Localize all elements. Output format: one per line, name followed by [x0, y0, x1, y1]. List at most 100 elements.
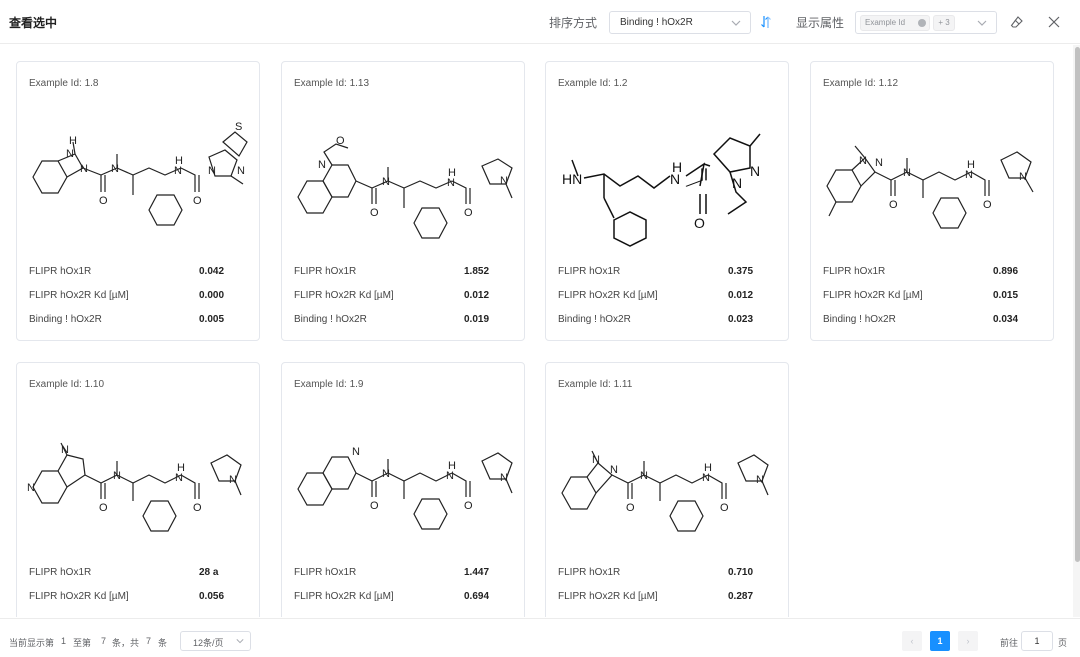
- property-name: Binding ! hOx2R: [294, 314, 367, 325]
- page-number-button[interactable]: 1: [930, 631, 950, 651]
- svg-text:N: N: [592, 454, 600, 466]
- svg-text:N: N: [113, 470, 121, 482]
- card-title: Example Id: 1.12: [823, 78, 899, 89]
- property-name: FLIPR hOx1R: [558, 266, 621, 277]
- card-title: Example Id: 1.10: [29, 379, 105, 390]
- svg-text:O: O: [193, 502, 202, 514]
- display-attributes-select[interactable]: Example Id + 3: [855, 11, 997, 34]
- property-value: 0.287: [728, 591, 754, 602]
- property-row: FLIPR hOx1R 0.896: [823, 266, 1043, 280]
- svg-text:O: O: [889, 199, 898, 211]
- svg-text:N: N: [174, 165, 182, 177]
- compound-card[interactable]: Example Id: 1.10 N N N HN O O N FLIPR hO…: [16, 362, 260, 617]
- property-name: FLIPR hOx2R Kd [µM]: [29, 290, 129, 301]
- range-text: 条: [158, 638, 168, 648]
- sort-select[interactable]: Binding ! hOx2R: [609, 11, 751, 34]
- compound-card[interactable]: Example Id: 1.9 N N HN O O N FLIPR hOx1R…: [281, 362, 525, 617]
- svg-text:N: N: [237, 165, 245, 177]
- property-row: FLIPR hOx1R 0.710: [558, 567, 778, 581]
- property-value: 0.015: [993, 290, 1019, 301]
- svg-text:N: N: [61, 444, 69, 456]
- more-tags-count: + 3: [933, 15, 955, 31]
- scrollbar-thumb[interactable]: [1075, 47, 1080, 562]
- property-name: Binding ! hOx2R: [823, 314, 896, 325]
- property-row: FLIPR hOx1R 1.852: [294, 266, 514, 280]
- property-value: 0.034: [993, 314, 1019, 325]
- molecule-structure: N O N HN O O N: [297, 135, 513, 239]
- property-row: Binding ! hOx2R 0.034: [823, 314, 1043, 328]
- svg-text:N: N: [750, 163, 760, 179]
- page-jump-input[interactable]: 1: [1021, 631, 1053, 651]
- svg-text:O: O: [370, 207, 379, 219]
- property-value: 0.056: [199, 591, 225, 602]
- property-row: FLIPR hOx2R Kd [µM] 0.012: [558, 290, 778, 304]
- svg-text:O: O: [626, 502, 635, 514]
- svg-text:N: N: [382, 468, 390, 480]
- svg-text:HN: HN: [562, 171, 582, 187]
- sort-order-icon[interactable]: [760, 15, 772, 29]
- property-name: FLIPR hOx1R: [29, 266, 92, 277]
- compound-card[interactable]: Example Id: 1.13 N O N HN O O N FLIPR hO…: [281, 61, 525, 341]
- compound-card[interactable]: Example Id: 1.12 N N N HN O O N FLIPR hO…: [810, 61, 1054, 341]
- range-to: 7: [101, 636, 107, 646]
- molecule-structure: HN HN O N N: [562, 133, 761, 247]
- property-value: 0.012: [728, 290, 754, 301]
- property-name: Binding ! hOx2R: [29, 314, 102, 325]
- tag-close-icon[interactable]: [918, 19, 926, 27]
- attribute-tag: Example Id: [860, 15, 930, 31]
- property-value: 0.042: [199, 266, 225, 277]
- property-row: FLIPR hOx1R 0.042: [29, 266, 249, 280]
- chevron-down-icon: [731, 20, 741, 26]
- sort-label: 排序方式: [549, 16, 598, 30]
- molecule-structure: N N N HN O O N: [27, 442, 242, 532]
- property-name: FLIPR hOx1R: [558, 567, 621, 578]
- dialog-header: 查看选中 排序方式 Binding ! hOx2R 显示属性 Example I…: [0, 0, 1080, 44]
- property-row: FLIPR hOx2R Kd [µM] 0.694: [294, 591, 514, 605]
- svg-text:S: S: [235, 121, 242, 133]
- property-row: Binding ! hOx2R 0.023: [558, 314, 778, 328]
- property-name: Binding ! hOx2R: [558, 314, 631, 325]
- svg-text:N: N: [27, 482, 35, 494]
- range-text: 条，共: [112, 638, 140, 648]
- svg-text:O: O: [99, 502, 108, 514]
- svg-text:O: O: [99, 195, 108, 207]
- svg-text:O: O: [336, 135, 345, 147]
- eraser-icon[interactable]: [1010, 15, 1024, 29]
- close-icon[interactable]: [1048, 16, 1060, 28]
- compound-card[interactable]: Example Id: 1.2 HN HN O N N FLIPR hOx1R …: [545, 61, 789, 341]
- svg-text:N: N: [446, 470, 454, 482]
- property-row: FLIPR hOx2R Kd [µM] 0.000: [29, 290, 249, 304]
- next-page-button[interactable]: ›: [958, 631, 978, 651]
- svg-text:N: N: [610, 464, 618, 476]
- property-row: FLIPR hOx1R 28 a: [29, 567, 249, 581]
- property-value: 0.375: [728, 266, 754, 277]
- property-name: FLIPR hOx2R Kd [µM]: [558, 591, 658, 602]
- svg-text:N: N: [640, 470, 648, 482]
- chevron-down-icon: [977, 20, 987, 26]
- property-row: FLIPR hOx2R Kd [µM] 0.287: [558, 591, 778, 605]
- molecule-structure: N N N HN O O N: [561, 450, 769, 532]
- property-value: 0.896: [993, 266, 1019, 277]
- property-row: FLIPR hOx2R Kd [µM] 0.012: [294, 290, 514, 304]
- property-name: FLIPR hOx2R Kd [µM]: [29, 591, 129, 602]
- prev-page-button[interactable]: ‹: [902, 631, 922, 651]
- svg-text:O: O: [694, 215, 705, 231]
- svg-text:N: N: [859, 155, 867, 167]
- attribute-tag-label: Example Id: [865, 18, 906, 27]
- molecule-structure: HN N N HN O O S N N: [32, 121, 248, 226]
- property-value: 0.694: [464, 591, 490, 602]
- svg-text:N: N: [500, 472, 508, 484]
- chevron-down-icon: [236, 639, 244, 644]
- svg-text:N: N: [965, 169, 973, 181]
- compound-card[interactable]: Example Id: 1.8 HN N N H N O O S N N FLI…: [16, 61, 260, 341]
- property-name: FLIPR hOx2R Kd [µM]: [294, 591, 394, 602]
- svg-text:N: N: [229, 474, 237, 486]
- card-title: Example Id: 1.13: [294, 78, 370, 89]
- property-value: 0.012: [464, 290, 490, 301]
- compound-card[interactable]: Example Id: 1.11 N N N HN O O N FLIPR hO…: [545, 362, 789, 617]
- svg-text:N: N: [903, 167, 911, 179]
- property-row: Binding ! hOx2R 0.005: [29, 314, 249, 328]
- page-size-select[interactable]: 12条/页: [180, 631, 251, 651]
- svg-text:N: N: [208, 165, 216, 177]
- property-value: 0.710: [728, 567, 754, 578]
